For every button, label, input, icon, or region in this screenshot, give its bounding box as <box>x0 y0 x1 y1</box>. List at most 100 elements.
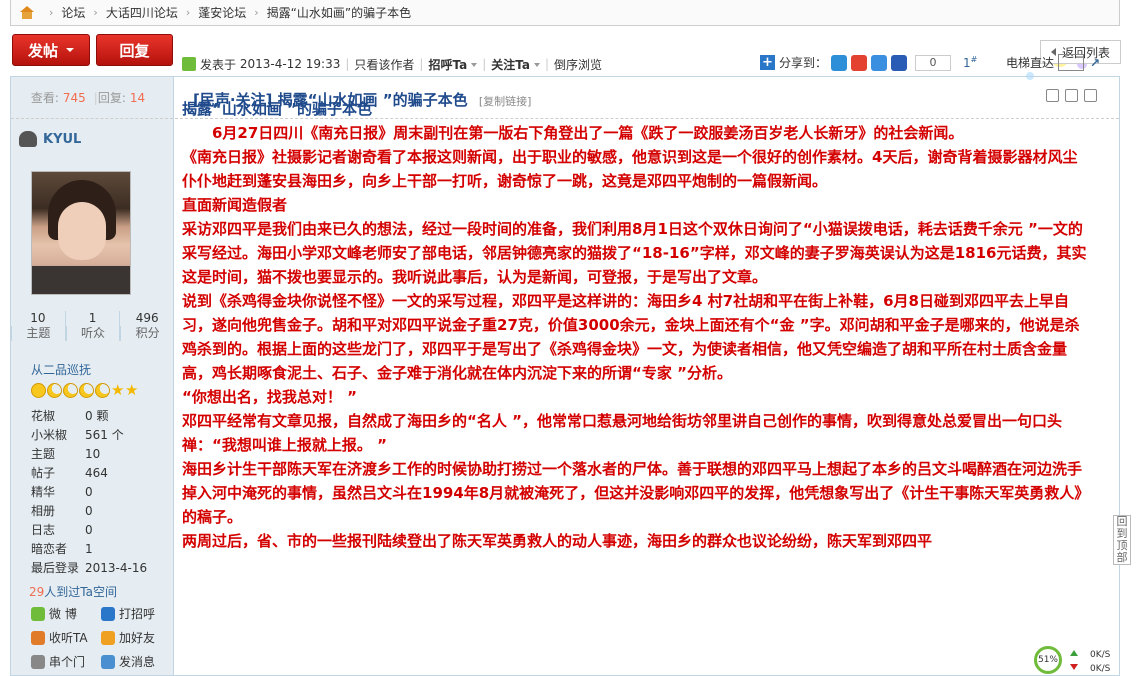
profile-row: 主题 10 <box>31 444 171 463</box>
thread-stats: 查看: 745 | 回复: 14 <box>11 77 173 119</box>
count-label: 听众 <box>65 326 120 341</box>
profile-row: 相册 0 <box>31 501 171 520</box>
author-counts: 10 主题 1 听众 496 积分 <box>11 311 174 341</box>
count-points[interactable]: 496 积分 <box>119 311 174 341</box>
greet-menu[interactable]: 招呼Ta <box>428 56 478 73</box>
profile-key: 主题 <box>31 447 56 461</box>
breadcrumb-pengan[interactable]: 蓬安论坛 <box>198 4 246 21</box>
add-friend-button[interactable]: 加好友 <box>101 629 171 646</box>
profile-value: 0 颗 <box>85 409 109 423</box>
breadcrumb-sichuan[interactable]: 大话四川论坛 <box>106 4 178 21</box>
reverse-order-link[interactable]: 倒序浏览 <box>554 56 602 73</box>
replies-label: 回复: <box>97 91 126 105</box>
profile-value: 464 <box>85 465 108 480</box>
qzone-icon[interactable] <box>831 54 848 71</box>
chevron-down-icon <box>534 63 540 67</box>
count-label: 主题 <box>11 326 65 341</box>
post-paragraph: 海田乡计生干部陈天军在济渡乡工作的时候协助打捞过一个落水者的尸体。善于联想的邓四… <box>182 460 1090 526</box>
profile-value: 561 个 <box>85 428 124 442</box>
post-button-label: 发帖 <box>27 41 58 60</box>
share-plus-icon[interactable]: + <box>760 55 775 70</box>
greet-icon <box>101 606 115 621</box>
post-paragraph: 两周过后，省、市的一些报刊陆续登出了陈天军英勇救人的动人事迹，海田乡的群众也议论… <box>182 532 933 550</box>
count-label: 积分 <box>120 326 174 341</box>
post-paragraph: 《南充日报》社摄影记者谢奇看了本报这则新闻，出于职业的敏感，他意识到这是一个很好… <box>182 148 1078 190</box>
visitors-link[interactable]: 29人到过Ta空间 <box>29 583 117 600</box>
avatar[interactable] <box>31 171 131 295</box>
moon-icon <box>63 383 78 398</box>
profile-key: 日志 <box>31 523 56 537</box>
profile-key: 小米椒 <box>31 428 68 442</box>
star-icon: ★ <box>125 381 139 399</box>
post-paragraph: “你想出名，找我总对！ ” <box>182 388 357 406</box>
elevator-jump: 电梯直达 ↗ <box>1006 54 1100 71</box>
post-paragraph: 采访邓四平是我们由来已久的想法，经过一段时间的准备，我们利用8月1日这个双休日询… <box>182 220 1087 286</box>
home-icon[interactable] <box>19 5 35 20</box>
count-listeners[interactable]: 1 听众 <box>64 311 120 341</box>
post-meta: 发表于 2013-4-12 19:33 | 只看该作者 | 招呼Ta | 关注T… <box>182 54 1139 74</box>
floor-value: 1 <box>963 56 971 70</box>
upload-speed: 0K/S <box>1090 650 1111 660</box>
profile-key: 精华 <box>31 485 56 499</box>
breadcrumb: › 论坛 › 大话四川论坛 › 蓬安论坛 › 揭露“山水如画”的骗子本色 <box>10 0 1120 26</box>
reply-button[interactable]: 回复 <box>96 34 173 66</box>
profile-row: 帖子 464 <box>31 463 171 482</box>
greet-button[interactable]: 打招呼 <box>101 605 171 622</box>
profile-row: 花椒 0 颗 <box>31 406 171 425</box>
count-topics[interactable]: 10 主题 <box>11 311 65 341</box>
follow-icon <box>31 630 45 645</box>
author-name[interactable]: KYUL <box>43 132 81 147</box>
post-paragraph: 说到《杀鸡得金块你说怪不怪》一文的采写过程，邓四平是这样讲的：海田乡4 村7社胡… <box>182 292 1080 382</box>
author-info: KYUL <box>19 131 81 147</box>
avatar-face <box>58 202 106 260</box>
rank-stars: ★ ★ <box>31 383 138 398</box>
follow-button[interactable]: 收听TA <box>31 629 101 646</box>
breadcrumb-separator: › <box>93 6 98 19</box>
follow-label: 关注Ta <box>491 57 530 72</box>
follow-menu[interactable]: 关注Ta <box>491 56 540 73</box>
meta-divider: | <box>482 57 487 71</box>
only-author-link[interactable]: 只看该作者 <box>354 56 414 73</box>
back-to-top-button[interactable]: 回到顶部 <box>1113 515 1131 565</box>
profile-row: 小米椒 561 个 <box>31 425 171 444</box>
message-icon <box>101 654 115 669</box>
renren-icon[interactable] <box>891 54 908 71</box>
breadcrumb-forum[interactable]: 论坛 <box>61 4 85 21</box>
meta-divider: | <box>345 57 350 71</box>
profile-row: 日志 0 <box>31 520 171 539</box>
visitors-count: 29 <box>29 585 45 599</box>
tencent-weibo-icon[interactable] <box>871 54 888 71</box>
elevator-input[interactable] <box>1058 54 1085 71</box>
visit-button[interactable]: 串个门 <box>31 653 101 670</box>
chevron-down-icon <box>66 48 74 52</box>
post-paragraph: 6月27日四川《南充日报》周末副刊在第一版右下角登出了一篇《跌了一跤服姜汤百岁老… <box>212 124 964 142</box>
profile-row: 精华 0 <box>31 482 171 501</box>
sina-weibo-icon[interactable] <box>851 54 868 71</box>
breadcrumb-current[interactable]: 揭露“山水如画”的骗子本色 <box>267 4 411 21</box>
posted-label: 发表于 <box>200 57 237 72</box>
breadcrumb-separator: › <box>254 6 259 19</box>
go-arrow-icon[interactable]: ↗ <box>1090 56 1100 70</box>
profile-key: 暗恋者 <box>31 542 68 556</box>
action-label: 发消息 <box>119 655 156 669</box>
post-heading: 揭露“山水如画 ”的骗子本色 <box>182 100 372 118</box>
visitors-text: 人到过Ta空间 <box>44 585 117 599</box>
chevron-down-icon <box>471 63 478 67</box>
profile-row: 最后登录 2013-4-16 <box>31 558 171 577</box>
action-label: 微 博 <box>49 607 77 621</box>
profile-key: 帖子 <box>31 466 56 480</box>
action-label: 打招呼 <box>119 607 156 621</box>
message-button[interactable]: 发消息 <box>101 653 171 670</box>
views-label: 查看: <box>30 91 59 105</box>
author-rank[interactable]: 从二品巡抚 <box>31 361 91 378</box>
online-status-icon <box>19 131 37 147</box>
reply-button-label: 回复 <box>119 41 150 60</box>
sun-icon <box>31 383 46 398</box>
share-bar: + 分享到： 0 1# <box>760 54 977 71</box>
profile-key: 相册 <box>31 504 56 518</box>
visit-icon <box>31 654 45 669</box>
post-body: 揭露“山水如画 ”的骗子本色 6月27日四川《南充日报》周末副刊在第一版右下角登… <box>182 97 1092 553</box>
count-value: 10 <box>30 311 46 325</box>
weibo-button[interactable]: 微 博 <box>31 605 101 622</box>
post-button[interactable]: 发帖 <box>12 34 90 66</box>
